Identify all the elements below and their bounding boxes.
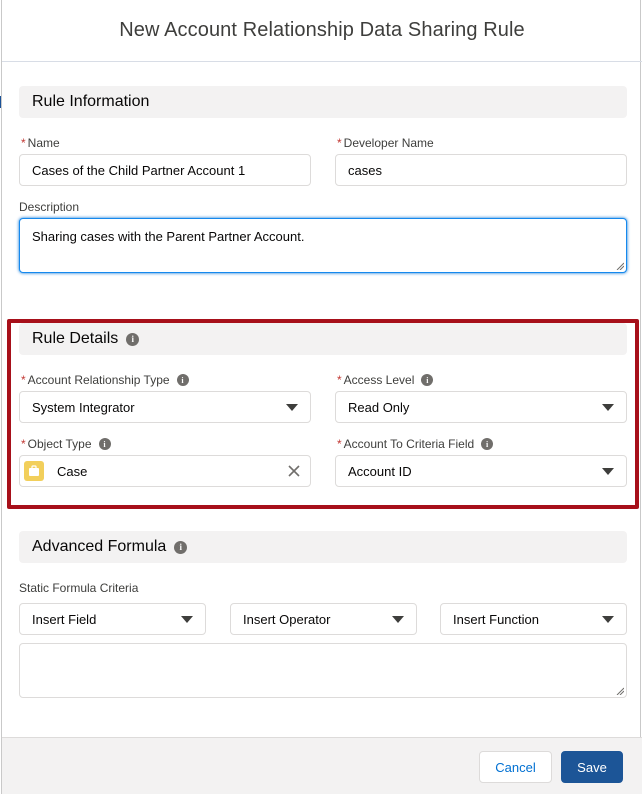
required-asterisk: * bbox=[21, 136, 26, 150]
static-formula-criteria-label-text: Static Formula Criteria bbox=[19, 581, 139, 595]
developer-name-label-text: Developer Name bbox=[343, 136, 434, 150]
insert-operator-value: Insert Operator bbox=[243, 611, 331, 627]
rule-details-title: Rule Details bbox=[32, 330, 119, 347]
static-formula-criteria-label: Static Formula Criteria bbox=[19, 581, 138, 595]
info-icon[interactable]: i bbox=[98, 438, 111, 450]
description-label-text: Description bbox=[19, 200, 80, 214]
resize-handle-icon[interactable] bbox=[616, 687, 624, 695]
formula-textarea[interactable] bbox=[19, 643, 627, 698]
account-relationship-type-label: * Account Relationship Type i bbox=[21, 373, 189, 387]
account-to-criteria-field-label: * Account To Criteria Field i bbox=[337, 437, 494, 451]
object-type-value: Case bbox=[57, 463, 88, 479]
developer-name-input-value: cases bbox=[348, 162, 382, 178]
name-label: * Name bbox=[21, 136, 60, 150]
insert-function-value: Insert Function bbox=[453, 611, 539, 627]
advanced-formula-section-header[interactable]: Advanced Formula i bbox=[19, 531, 627, 563]
chevron-down-icon bbox=[286, 404, 298, 411]
info-icon[interactable]: i bbox=[176, 374, 189, 386]
rule-information-title: Rule Information bbox=[32, 93, 150, 110]
case-icon bbox=[24, 461, 44, 481]
required-asterisk: * bbox=[21, 373, 26, 387]
insert-field-select[interactable]: Insert Field bbox=[19, 603, 206, 635]
save-button[interactable]: Save bbox=[561, 751, 623, 783]
access-level-label: * Access Level i bbox=[337, 373, 434, 387]
required-asterisk: * bbox=[337, 373, 342, 387]
description-textarea[interactable]: Sharing cases with the Parent Partner Ac… bbox=[19, 218, 627, 273]
insert-field-value: Insert Field bbox=[32, 611, 97, 627]
name-label-text: Name bbox=[27, 136, 60, 150]
rule-details-section-header[interactable]: Rule Details i bbox=[19, 323, 627, 355]
object-type-label: * Object Type i bbox=[21, 437, 111, 451]
required-asterisk: * bbox=[21, 437, 26, 451]
account-to-criteria-field-select[interactable]: Account ID bbox=[335, 455, 627, 487]
object-type-lookup[interactable]: Case bbox=[19, 455, 311, 487]
account-relationship-type-label-text: Account Relationship Type bbox=[27, 373, 170, 387]
chevron-down-icon bbox=[602, 468, 614, 475]
rule-information-section-header[interactable]: Rule Information bbox=[19, 86, 627, 118]
access-level-label-text: Access Level bbox=[343, 373, 415, 387]
description-label: Description bbox=[19, 200, 79, 214]
chevron-down-icon bbox=[181, 616, 193, 623]
cancel-button[interactable]: Cancel bbox=[479, 751, 552, 783]
required-asterisk: * bbox=[337, 437, 342, 451]
info-icon[interactable]: i bbox=[126, 332, 140, 346]
account-to-criteria-field-value: Account ID bbox=[348, 463, 412, 479]
resize-handle-icon[interactable] bbox=[616, 262, 624, 270]
account-relationship-type-value: System Integrator bbox=[32, 399, 135, 415]
info-icon[interactable]: i bbox=[481, 438, 494, 450]
object-type-label-text: Object Type bbox=[27, 437, 92, 451]
modal-footer: Cancel Save bbox=[2, 737, 642, 794]
modal-header: New Account Relationship Data Sharing Ru… bbox=[2, 0, 642, 62]
developer-name-label: * Developer Name bbox=[337, 136, 434, 150]
developer-name-input[interactable]: cases bbox=[335, 154, 627, 186]
chevron-down-icon bbox=[602, 404, 614, 411]
modal-dialog: New Account Relationship Data Sharing Ru… bbox=[1, 0, 642, 794]
required-asterisk: * bbox=[337, 136, 342, 150]
chevron-down-icon bbox=[392, 616, 404, 623]
name-input[interactable]: Cases of the Child Partner Account 1 bbox=[19, 154, 311, 186]
name-input-value: Cases of the Child Partner Account 1 bbox=[32, 162, 246, 178]
close-icon[interactable] bbox=[286, 463, 302, 479]
description-textarea-value: Sharing cases with the Parent Partner Ac… bbox=[32, 229, 305, 244]
info-icon[interactable]: i bbox=[174, 540, 188, 554]
access-level-select[interactable]: Read Only bbox=[335, 391, 627, 423]
account-to-criteria-field-label-text: Account To Criteria Field bbox=[343, 437, 475, 451]
advanced-formula-title: Advanced Formula bbox=[32, 538, 167, 555]
info-icon[interactable]: i bbox=[421, 374, 434, 386]
account-relationship-type-select[interactable]: System Integrator bbox=[19, 391, 311, 423]
modal-title: New Account Relationship Data Sharing Ru… bbox=[119, 19, 525, 41]
insert-operator-select[interactable]: Insert Operator bbox=[230, 603, 417, 635]
access-level-value: Read Only bbox=[348, 399, 410, 415]
insert-function-select[interactable]: Insert Function bbox=[440, 603, 627, 635]
chevron-down-icon bbox=[602, 616, 614, 623]
